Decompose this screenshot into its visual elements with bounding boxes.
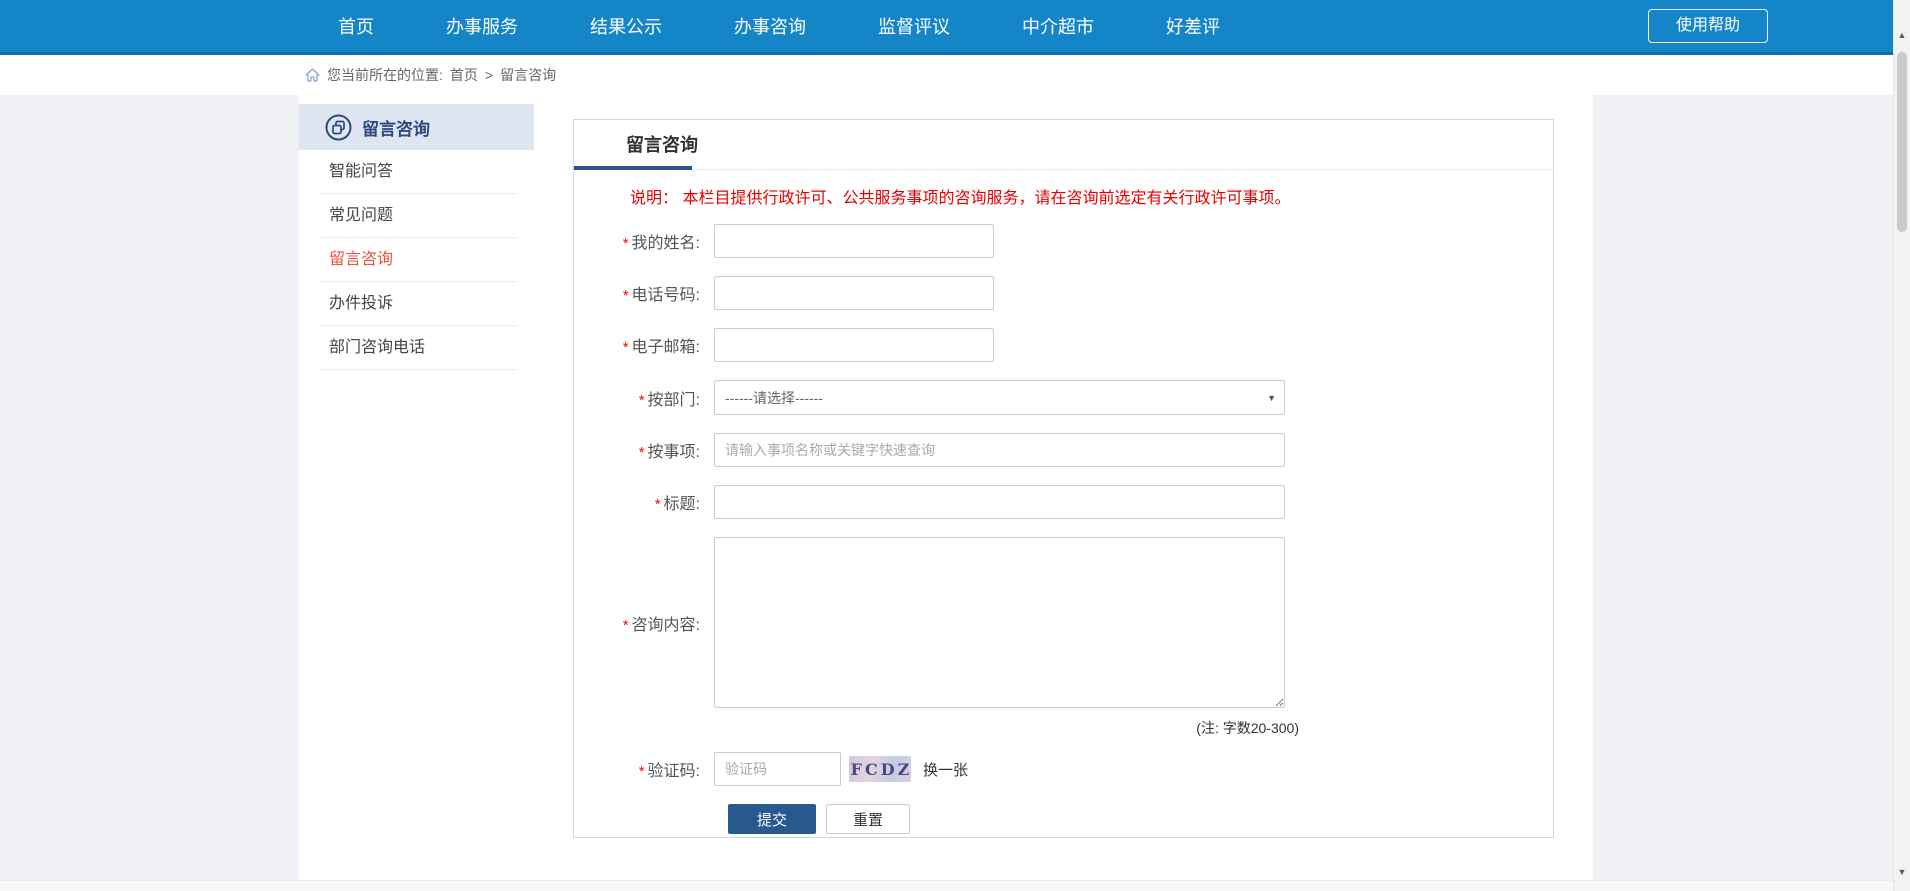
breadcrumb-home-link[interactable]: 首页 [450, 65, 478, 85]
message-consult-panel: 留言咨询 说明： 本栏目提供行政许可、公共服务事项的咨询服务，请在咨询前选定有关… [573, 119, 1554, 838]
nav-item-intermediary[interactable]: 中介超市 [1022, 13, 1094, 39]
required-mark: * [623, 617, 629, 634]
required-mark: * [639, 392, 645, 409]
form-buttons: 提交 重置 [728, 804, 1553, 834]
name-label: *我的姓名: [574, 229, 714, 253]
sidebar-item-smart-qa[interactable]: 智能问答 [321, 150, 518, 194]
breadcrumb: 您当前所在的位置: 首页 > 留言咨询 [0, 55, 1893, 95]
top-navigation-bar: 首页 办事服务 结果公示 办事咨询 监督评议 中介超市 好差评 使用帮助 [0, 0, 1893, 55]
required-mark: * [639, 763, 645, 780]
name-row: *我的姓名: [574, 224, 1553, 258]
sidebar: 留言咨询 智能问答 常见问题 留言咨询 办件投诉 部门咨询电话 [299, 104, 534, 370]
active-tab-underline [574, 166, 692, 170]
required-mark: * [623, 339, 629, 356]
nav-menu: 首页 办事服务 结果公示 办事咨询 监督评议 中介超市 好差评 [338, 13, 1220, 39]
phone-label: *电话号码: [574, 281, 714, 305]
required-mark: * [655, 496, 661, 513]
word-count-note: (注: 字数20-300) [728, 718, 1299, 738]
sidebar-menu: 智能问答 常见问题 留言咨询 办件投诉 部门咨询电话 [321, 150, 518, 370]
sidebar-header: 留言咨询 [299, 104, 534, 150]
sidebar-title: 留言咨询 [362, 115, 430, 140]
captcha-label: *验证码: [574, 757, 714, 781]
reset-button[interactable]: 重置 [826, 804, 910, 834]
department-select-wrap: ------请选择------ ▼ [714, 380, 1285, 415]
matter-input[interactable] [714, 433, 1285, 467]
content-row: *咨询内容: [574, 537, 1553, 708]
name-input[interactable] [714, 224, 994, 258]
sidebar-item-message-consult[interactable]: 留言咨询 [321, 238, 518, 282]
nav-item-rating[interactable]: 好差评 [1166, 13, 1220, 39]
matter-row: *按事项: [574, 433, 1553, 467]
nav-item-results[interactable]: 结果公示 [590, 13, 662, 39]
content-column: 留言咨询 智能问答 常见问题 留言咨询 办件投诉 部门咨询电话 留言咨询 说明：… [299, 95, 1593, 880]
title-row: *标题: [574, 485, 1553, 519]
required-mark: * [623, 287, 629, 304]
consult-form: *我的姓名: *电话号码: *电子邮箱: *按部门: ------请选择----… [574, 224, 1553, 834]
panel-header: 留言咨询 [574, 120, 1553, 170]
nav-item-services[interactable]: 办事服务 [446, 13, 518, 39]
sidebar-item-dept-phone[interactable]: 部门咨询电话 [321, 326, 518, 370]
phone-row: *电话号码: [574, 276, 1553, 310]
submit-button[interactable]: 提交 [728, 804, 816, 834]
email-label: *电子邮箱: [574, 333, 714, 357]
horizontal-scrollbar[interactable] [0, 880, 1893, 891]
title-label: *标题: [574, 490, 714, 514]
breadcrumb-prefix: 您当前所在的位置: [327, 65, 443, 85]
email-row: *电子邮箱: [574, 328, 1553, 362]
vertical-scrollbar[interactable]: ▲ ▼ [1893, 0, 1910, 891]
matter-label: *按事项: [574, 438, 714, 462]
content-textarea[interactable] [714, 537, 1285, 708]
email-input[interactable] [714, 328, 994, 362]
sidebar-item-complaint[interactable]: 办件投诉 [321, 282, 518, 326]
vertical-scrollbar-thumb[interactable] [1897, 52, 1907, 232]
nav-item-home[interactable]: 首页 [338, 13, 374, 39]
department-label: *按部门: [574, 386, 714, 410]
message-consult-icon [325, 114, 352, 141]
title-input[interactable] [714, 485, 1285, 519]
content-label: *咨询内容: [574, 611, 714, 635]
scroll-up-icon[interactable]: ▲ [1894, 30, 1910, 40]
home-icon [305, 68, 320, 82]
required-mark: * [639, 444, 645, 461]
captcha-input[interactable] [714, 752, 841, 786]
help-button[interactable]: 使用帮助 [1648, 9, 1768, 43]
page-background: 留言咨询 智能问答 常见问题 留言咨询 办件投诉 部门咨询电话 留言咨询 说明：… [0, 95, 1893, 880]
captcha-row: *验证码: FCDZ 换一张 [574, 752, 1553, 786]
department-select[interactable]: ------请选择------ [714, 380, 1285, 415]
department-row: *按部门: ------请选择------ ▼ [574, 380, 1553, 415]
nav-item-consult[interactable]: 办事咨询 [734, 13, 806, 39]
scroll-down-icon[interactable]: ▼ [1894, 867, 1910, 877]
breadcrumb-current: 留言咨询 [500, 65, 556, 85]
nav-item-supervision[interactable]: 监督评议 [878, 13, 950, 39]
tab-message-consult[interactable]: 留言咨询 [626, 120, 698, 170]
breadcrumb-separator: > [485, 67, 493, 83]
form-notice: 说明： 本栏目提供行政许可、公共服务事项的咨询服务，请在咨询前选定有关行政许可事… [630, 184, 1553, 208]
sidebar-item-faq[interactable]: 常见问题 [321, 194, 518, 238]
captcha-refresh-link[interactable]: 换一张 [923, 759, 968, 780]
captcha-image[interactable]: FCDZ [849, 756, 911, 782]
phone-input[interactable] [714, 276, 994, 310]
required-mark: * [623, 235, 629, 252]
